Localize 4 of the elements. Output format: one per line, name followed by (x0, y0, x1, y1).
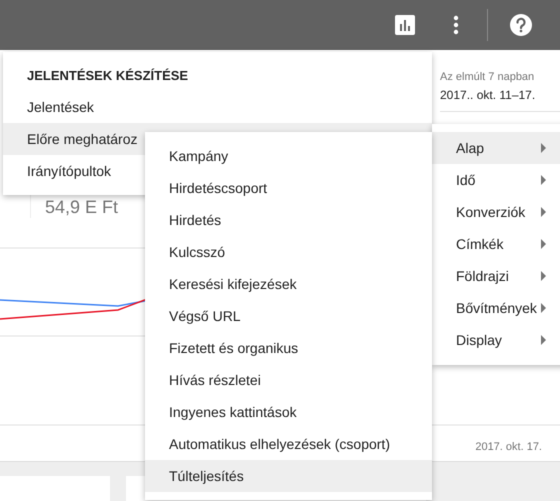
axis-label: 2017. okt. 17. (475, 441, 542, 453)
menu-heading: JELENTÉSEK KÉSZÍTÉSE (26, 67, 190, 85)
summary-value: 54,9 E Ft (45, 196, 118, 218)
date-range-label: Az elmúlt 7 napban (440, 70, 536, 84)
